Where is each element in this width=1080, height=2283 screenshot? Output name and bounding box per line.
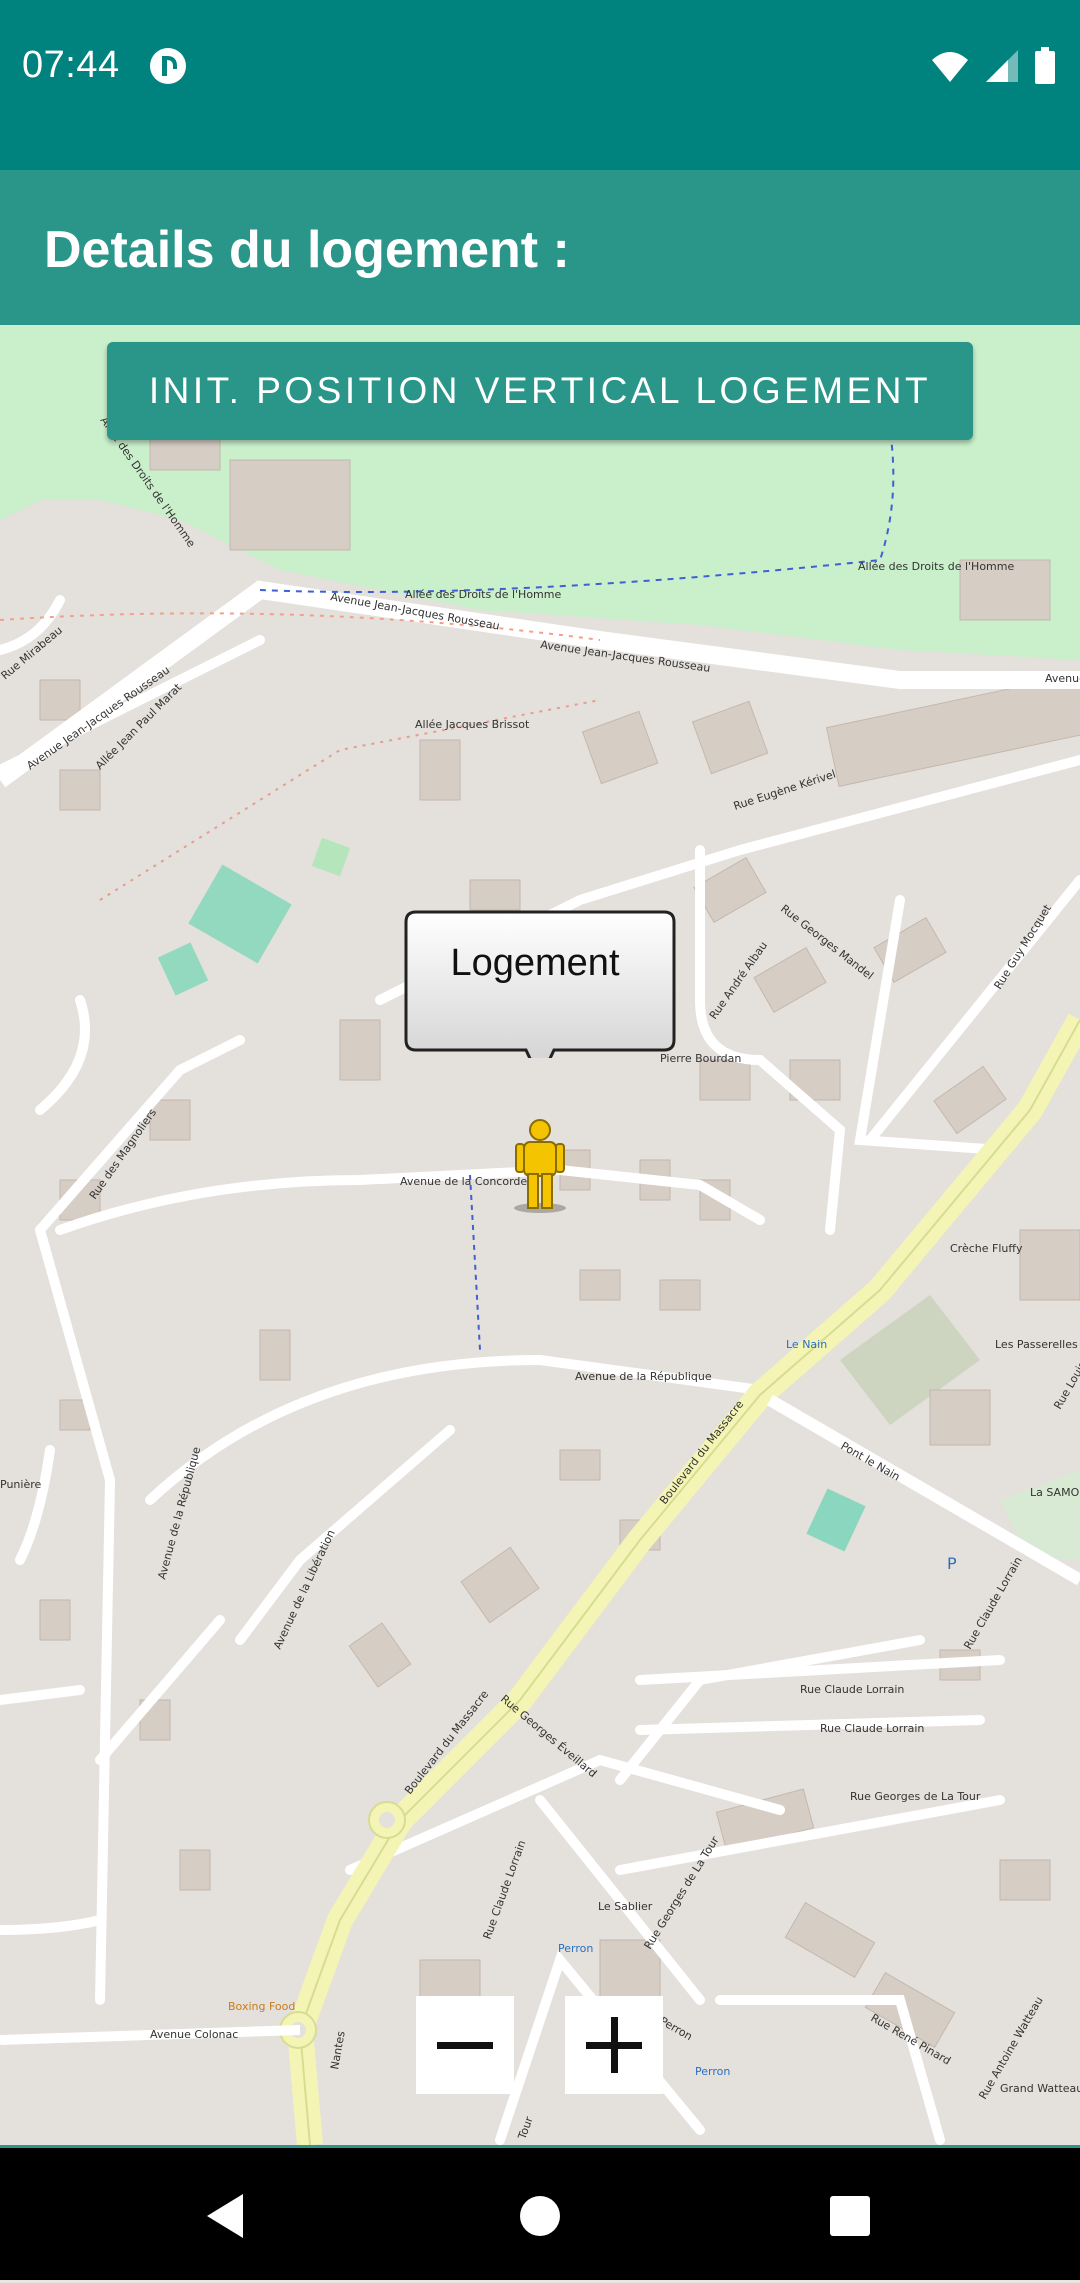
map-street-label: Rue Georges de La Tour xyxy=(850,1790,981,1803)
map-view[interactable]: Allée des Droits de l'Homme Allée des Dr… xyxy=(0,325,1080,2145)
nav-home-button[interactable] xyxy=(470,2148,610,2283)
battery-icon xyxy=(1035,47,1055,84)
map-street-label: Allée des Droits de l'Homme xyxy=(405,588,561,601)
app-bar: Details du logement : xyxy=(0,170,1080,325)
map-street-label: Avenue xyxy=(1045,672,1080,685)
map-street-label: Rue Claude Lorrain xyxy=(820,1722,924,1735)
map-street-label: Punière xyxy=(0,1478,41,1491)
nav-back-button[interactable] xyxy=(155,2148,295,2283)
map-street-label: Allée des Droits de l'Homme xyxy=(858,560,1014,573)
map-street-label: Crèche Fluffy xyxy=(950,1242,1023,1255)
map-street-label: Perron xyxy=(558,1942,593,1955)
recents-square-icon xyxy=(830,2195,870,2236)
map-street-label: Le Sablier xyxy=(598,1900,653,1913)
location-marker-icon[interactable] xyxy=(512,1118,568,1214)
map-street-label: Nantes xyxy=(328,2030,348,2071)
map-street-label: Rue Guy Mocquet xyxy=(992,902,1055,992)
map-street-label: Rue Georges de La Tour xyxy=(642,1834,722,1952)
map-street-label: Boulevard du Massacre xyxy=(657,1398,746,1507)
map-street-label: Rue des Magnoliers xyxy=(87,1106,159,1202)
system-nav-bar xyxy=(0,2145,1080,2280)
marker-callout-label: Logement xyxy=(450,942,620,984)
map-street-label: Avenue Colonac xyxy=(150,2028,238,2041)
map-street-label: Les Passerelles du Vallon xyxy=(995,1338,1080,1351)
init-position-button[interactable]: INIT. POSITION VERTICAL LOGEMENT xyxy=(107,342,973,440)
zoom-out-button[interactable] xyxy=(416,1996,514,2094)
back-triangle-icon xyxy=(207,2193,243,2238)
map-street-label: Perron xyxy=(695,2065,730,2078)
wifi-icon xyxy=(932,52,968,82)
page-title: Details du logement : xyxy=(44,221,570,279)
status-bar: 07:44 xyxy=(0,0,1080,170)
map-street-label: Le Nain xyxy=(786,1338,827,1351)
map-street-label: Avenue de la Concorde xyxy=(400,1175,527,1188)
map-street-label: Avenue de la République xyxy=(575,1370,712,1383)
parking-icon: P xyxy=(947,1554,957,1573)
map-street-label: Rue Louis xyxy=(1051,1359,1080,1411)
status-time: 07:44 xyxy=(22,44,120,86)
home-circle-icon xyxy=(520,2195,560,2236)
map-street-label: Rue Claude Lorrain xyxy=(961,1555,1024,1652)
map-street-label: Rue Georges Éveillard xyxy=(498,1692,599,1780)
app-notification-icon xyxy=(150,48,186,84)
map-street-label: Rue Claude Lorrain xyxy=(800,1683,904,1696)
zoom-in-button[interactable] xyxy=(565,1996,663,2094)
map-street-label: Pont le Nain xyxy=(839,1439,903,1483)
map-street-label: Allée Jacques Brissot xyxy=(415,718,530,731)
map-street-label: Boxing Food xyxy=(228,2000,295,2013)
map-street-label: Rue Claude Lorrain xyxy=(481,1838,529,1941)
map-tiles[interactable]: Allée des Droits de l'Homme Allée des Dr… xyxy=(0,325,1080,2145)
map-street-label: Grand Watteau xyxy=(1000,2082,1080,2095)
nav-recents-button[interactable] xyxy=(780,2148,920,2283)
map-street-label: La SAMO xyxy=(1030,1486,1080,1499)
minus-icon xyxy=(437,2042,493,2049)
status-icons xyxy=(930,46,1056,86)
signal-icon xyxy=(986,50,1018,82)
map-street-label: Tour xyxy=(515,2114,536,2142)
map-street-label: Rue Eugène Kérivel xyxy=(732,768,837,813)
plus-icon xyxy=(586,2017,642,2073)
map-street-label: Avenue de la République xyxy=(155,1445,203,1581)
